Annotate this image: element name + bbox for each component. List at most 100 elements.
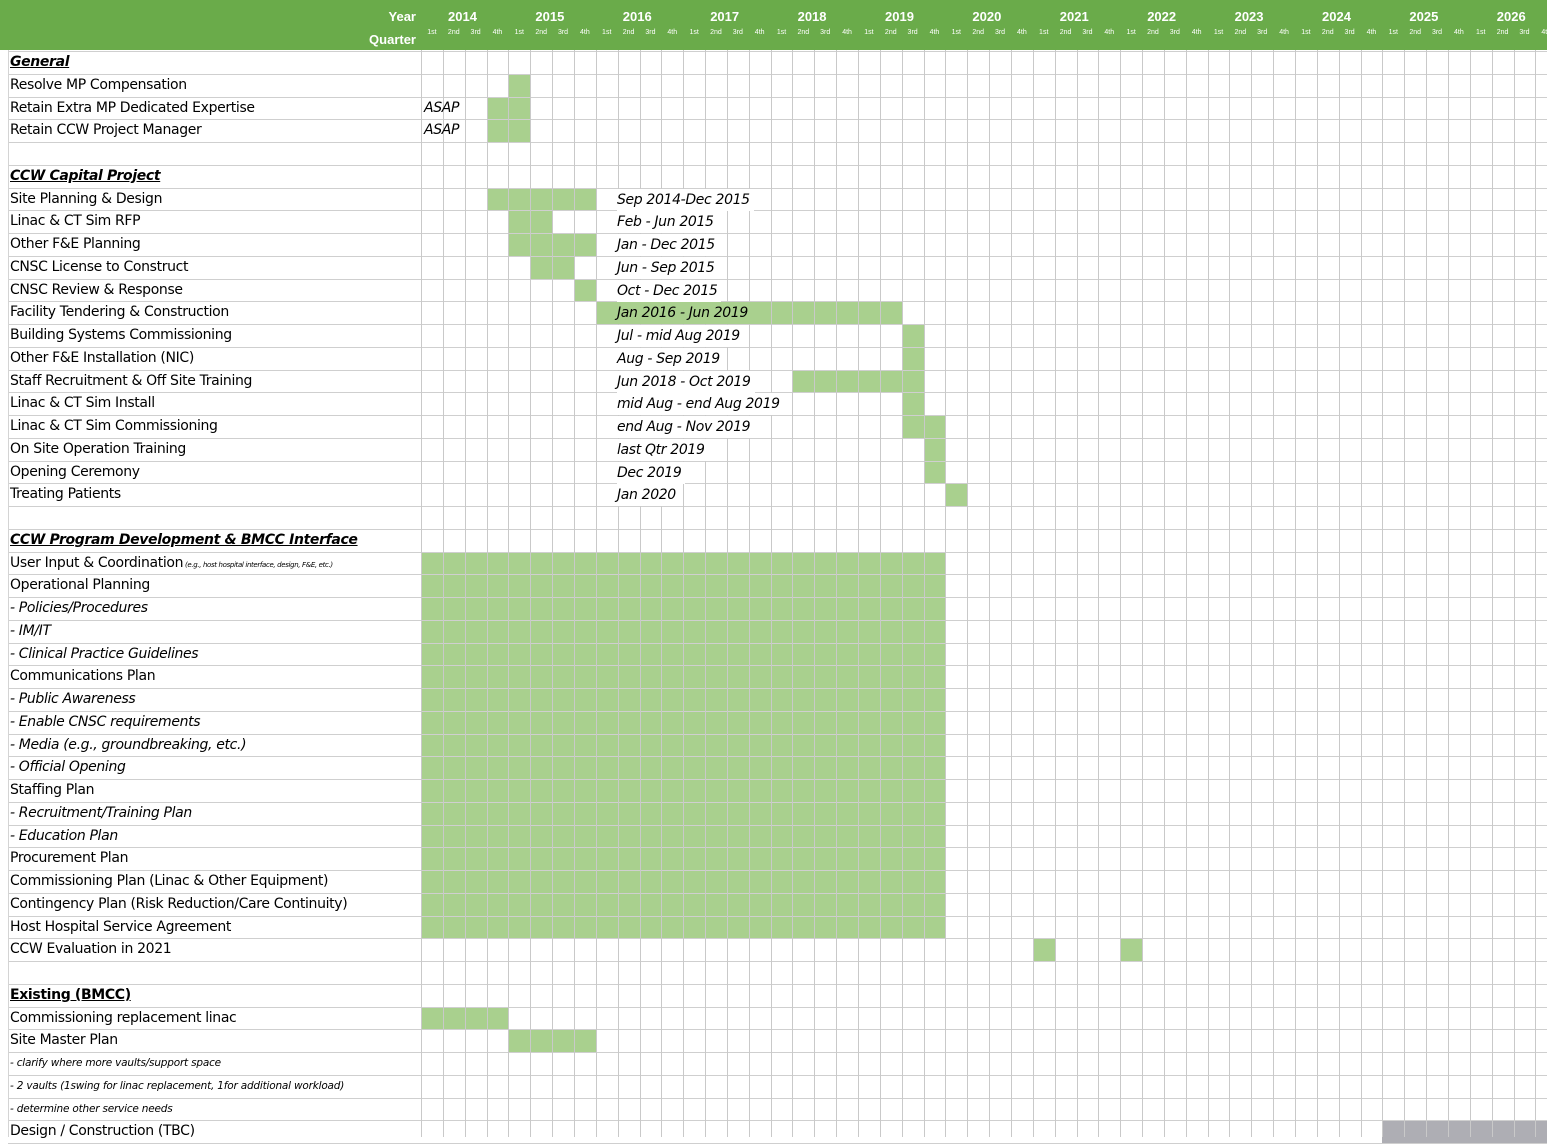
task-label: Retain Extra MP Dedicated Expertise	[10, 99, 255, 116]
task-label: - Education Plan	[10, 827, 118, 844]
section-title: Existing (BMCC)	[10, 986, 131, 1003]
quarter-gridline	[1535, 50, 1537, 1137]
task-label: - Clinical Practice Guidelines	[10, 645, 199, 662]
quarter-label: 4th	[1453, 29, 1464, 36]
task-label: - Public Awareness	[10, 691, 136, 707]
task-label: CCW Evaluation in 2021	[10, 941, 172, 958]
quarter-label: 2nd	[884, 29, 897, 36]
quarter-label: 1st	[602, 29, 612, 36]
quarter-gridline	[1010, 50, 1012, 1137]
task-label: Commissioning Plan (Linac & Other Equipm…	[10, 873, 329, 889]
quarter-label: 1st	[1126, 29, 1136, 36]
section-title: CCW Capital Project	[10, 167, 161, 184]
asap-note: ASAP	[424, 99, 460, 116]
task-label: User Input & Coordination (e.g., host ho…	[10, 554, 333, 571]
task-label: CNSC License to Construct	[10, 258, 189, 275]
year-label: 2022	[1147, 9, 1177, 24]
task-label: On Site Operation Training	[10, 440, 186, 457]
year-label: 2018	[797, 9, 827, 24]
quarter-label: 1st	[427, 29, 437, 36]
quarter-caption: Quarter	[369, 32, 416, 47]
gantt-bar	[901, 347, 924, 370]
quarter-label: 3rd	[470, 29, 481, 36]
year-label: 2025	[1409, 9, 1439, 24]
quarter-gridline	[1273, 50, 1275, 1137]
quarter-gridline	[552, 50, 554, 1137]
quarter-label: 2nd	[797, 29, 810, 36]
asap-note: ASAP	[424, 122, 460, 139]
year-label: 2016	[622, 9, 652, 24]
quarter-label: 3rd	[1257, 29, 1268, 36]
quarter-gridline	[792, 50, 794, 1137]
quarter-label: 1st	[1213, 29, 1224, 36]
gantt-bar	[945, 484, 968, 506]
year-label: 2019	[885, 9, 914, 24]
quarter-gridline	[1076, 50, 1078, 1137]
section-title: CCW Program Development & BMCC Interface	[10, 531, 358, 548]
quarter-gridline	[1120, 50, 1122, 1137]
quarter-gridline	[1098, 50, 1100, 1137]
quarter-gridline	[901, 50, 903, 1137]
quarter-gridline	[508, 50, 510, 1137]
task-label: Site Master Plan	[10, 1032, 118, 1049]
quarter-gridline	[879, 50, 881, 1137]
task-label: Commissioning replacement linac	[10, 1009, 237, 1026]
milestone-bar	[1120, 939, 1143, 961]
quarter-label: 4th	[1279, 29, 1289, 36]
quarter-label: 1st	[1039, 29, 1049, 36]
quarter-gridline	[1382, 50, 1384, 1137]
quarter-label: 1st	[864, 29, 874, 36]
quarter-label: 2nd	[1147, 29, 1159, 36]
quarter-gridline	[595, 50, 597, 1137]
task-label: - Official Opening	[10, 759, 126, 776]
date-label: Jul - mid Aug 2019	[617, 325, 744, 347]
quarter-gridline	[1032, 50, 1034, 1137]
quarter-gridline	[1469, 50, 1471, 1137]
quarter-label: 3rd	[1082, 29, 1093, 36]
quarter-label: 3rd	[1431, 29, 1443, 36]
quarter-label: 3rd	[1344, 29, 1355, 36]
date-label: Jun - Sep 2015	[617, 256, 719, 279]
quarter-label: 4th	[842, 29, 852, 36]
quarter-gridline	[1142, 50, 1144, 1137]
quarter-gridline	[1447, 50, 1449, 1137]
quarter-label: 2nd	[1321, 29, 1334, 36]
date-label: mid Aug - end Aug 2019	[617, 393, 784, 416]
quarter-gridline	[923, 50, 925, 1137]
quarter-label: 1st	[776, 29, 787, 36]
quarter-label: 3rd	[557, 29, 569, 36]
quarter-gridline	[967, 50, 969, 1137]
quarter-gridline	[1404, 50, 1406, 1137]
date-label: last Qtr 2019	[617, 438, 709, 461]
year-label: 2021	[1059, 9, 1089, 24]
task-label: - Media (e.g., groundbreaking, etc.)	[10, 736, 247, 753]
task-note: (e.g., host hospital interface, design, …	[183, 560, 333, 569]
quarter-label: 3rd	[1169, 29, 1180, 36]
quarter-gridline	[726, 50, 728, 1137]
quarter-gridline	[1185, 50, 1187, 1137]
quarter-label: 2nd	[710, 29, 722, 36]
year-caption: Year	[388, 9, 416, 24]
tbc-bar	[1382, 1121, 1547, 1143]
quarter-label: 4th	[1541, 29, 1547, 36]
quarter-label: 2nd	[535, 29, 548, 36]
quarter-gridline	[421, 50, 422, 1137]
quarter-gridline	[748, 50, 750, 1137]
year-label: 2020	[972, 9, 1002, 24]
quarter-gridline	[858, 50, 859, 1137]
gantt-bar	[923, 438, 946, 461]
task-label: Other F&E Planning	[10, 236, 141, 252]
year-label: 2023	[1234, 9, 1264, 24]
quarter-label: 4th	[929, 29, 940, 36]
quarter-gridline	[442, 50, 444, 1137]
quarter-gridline	[1207, 50, 1209, 1137]
task-label: Retain CCW Project Manager	[10, 122, 202, 139]
quarter-label: 2nd	[1059, 29, 1072, 36]
quarter-label: 1st	[1476, 29, 1486, 36]
task-label: Facility Tendering & Construction	[10, 304, 229, 321]
task-label: Treating Patients	[10, 486, 121, 503]
quarter-gridline	[770, 50, 772, 1137]
task-label: Operational Planning	[10, 577, 150, 594]
quarter-label: 3rd	[732, 29, 743, 36]
quarter-gridline	[1054, 50, 1056, 1137]
